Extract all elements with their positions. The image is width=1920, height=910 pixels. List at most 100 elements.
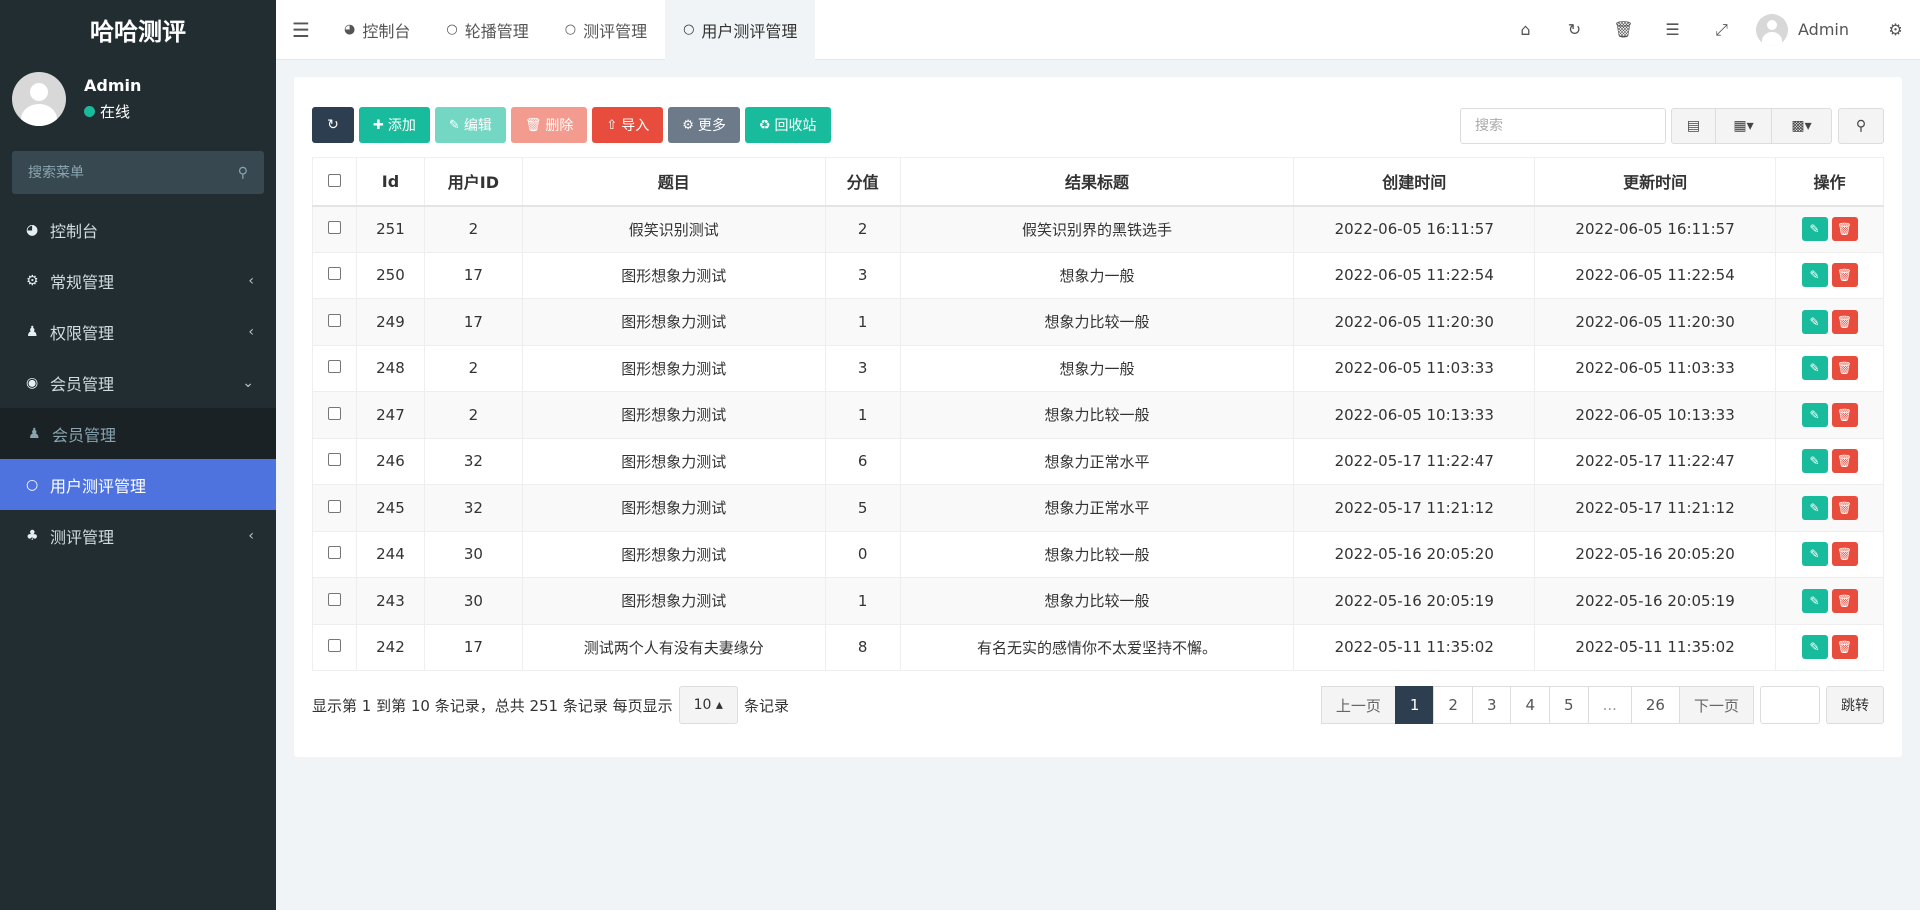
row-select-cell[interactable] bbox=[312, 484, 357, 532]
edit-row-button[interactable]: ✎ bbox=[1801, 635, 1828, 660]
sidebar-item-general[interactable]: ⚙ 常规管理 ‹ bbox=[0, 255, 276, 306]
table-row[interactable]: 243 30 图形想象力测试 1 想象力比较一般 2022-05-16 20:05:19 2… bbox=[312, 577, 1884, 625]
language-icon[interactable]: ☰ bbox=[1648, 0, 1697, 60]
row-select-cell[interactable] bbox=[312, 251, 357, 299]
export-button[interactable]: ▩▾ bbox=[1772, 108, 1832, 144]
col-result-title[interactable]: 结果标题 bbox=[899, 157, 1295, 207]
row-checkbox[interactable] bbox=[327, 592, 341, 606]
table-row[interactable]: 244 30 图形想象力测试 0 想象力比较一般 2022-05-16 20:05:20 2… bbox=[312, 530, 1884, 578]
sidebar-item-permission[interactable]: ♟ 权限管理 ‹ bbox=[0, 306, 276, 357]
trash-icon[interactable]: 🗑 bbox=[1599, 0, 1648, 60]
search-icon[interactable]: ⚲ bbox=[238, 165, 248, 181]
sidebar-item-dashboard[interactable]: ◕ 控制台 bbox=[0, 204, 276, 255]
tab-evaluation[interactable]: ○ 测评管理 bbox=[547, 0, 665, 60]
delete-row-button[interactable]: 🗑 bbox=[1831, 588, 1858, 613]
row-checkbox[interactable] bbox=[327, 639, 341, 653]
prev-page-button[interactable]: 上一页 bbox=[1320, 686, 1396, 724]
delete-row-button[interactable]: 🗑 bbox=[1831, 402, 1858, 427]
import-button[interactable]: ⇧ 导入 bbox=[592, 107, 664, 143]
col-created[interactable]: 创建时间 bbox=[1293, 157, 1536, 207]
delete-row-button[interactable]: 🗑 bbox=[1831, 309, 1858, 334]
page-size-dropdown[interactable]: 10 ▴ bbox=[678, 686, 738, 724]
header-user-menu[interactable]: Admin bbox=[1746, 13, 1871, 46]
table-row[interactable]: 251 2 假笑识别测试 2 假笑识别界的黑铁选手 2022-06-05 16:11:57… bbox=[312, 205, 1884, 253]
menu-search-input[interactable] bbox=[28, 164, 238, 181]
row-select-cell[interactable] bbox=[312, 577, 357, 625]
delete-row-button[interactable]: 🗑 bbox=[1831, 356, 1858, 381]
edit-row-button[interactable]: ✎ bbox=[1801, 263, 1828, 288]
table-row[interactable]: 242 17 测试两个人有没有夫妻缘分 8 有名无实的感情你不太爱坚持不懈。 2022-0… bbox=[312, 623, 1884, 671]
col-score[interactable]: 分值 bbox=[824, 157, 901, 207]
table-row[interactable]: 245 32 图形想象力测试 5 想象力正常水平 2022-05-17 11:21:12 2… bbox=[312, 484, 1884, 532]
page-button[interactable]: 5 bbox=[1549, 686, 1589, 724]
edit-row-button[interactable]: ✎ bbox=[1801, 588, 1828, 613]
table-search-input[interactable] bbox=[1460, 108, 1666, 144]
edit-row-button[interactable]: ✎ bbox=[1801, 309, 1828, 334]
row-checkbox[interactable] bbox=[327, 406, 341, 420]
refresh-button[interactable]: ↻ bbox=[312, 107, 354, 143]
page-button[interactable]: 3 bbox=[1471, 686, 1512, 724]
fullscreen-icon[interactable]: ⤢ bbox=[1697, 0, 1746, 60]
delete-row-button[interactable]: 🗑 bbox=[1831, 263, 1858, 288]
delete-row-button[interactable]: 🗑 bbox=[1831, 542, 1858, 567]
tab-user-evaluation[interactable]: ○ 用户测评管理 bbox=[665, 0, 816, 60]
row-checkbox[interactable] bbox=[327, 360, 341, 374]
next-page-button[interactable]: 下一页 bbox=[1678, 686, 1754, 724]
columns-button[interactable]: ▦▾ bbox=[1716, 108, 1772, 144]
sidebar-item-user-evaluation[interactable]: ○ 用户测评管理 bbox=[0, 459, 276, 510]
row-select-cell[interactable] bbox=[312, 623, 357, 671]
col-id[interactable]: Id bbox=[355, 157, 425, 207]
refresh-icon[interactable]: ↻ bbox=[1550, 0, 1599, 60]
row-checkbox[interactable] bbox=[327, 546, 341, 560]
edit-row-button[interactable]: ✎ bbox=[1801, 356, 1828, 381]
row-select-cell[interactable] bbox=[312, 391, 357, 439]
page-button[interactable]: 4 bbox=[1510, 686, 1551, 724]
select-all-cell[interactable] bbox=[312, 157, 357, 207]
edit-row-button[interactable]: ✎ bbox=[1801, 542, 1828, 567]
tab-carousel[interactable]: ○ 轮播管理 bbox=[428, 0, 546, 60]
delete-row-button[interactable]: 🗑 bbox=[1831, 449, 1858, 474]
toggle-view-button[interactable]: ▤ bbox=[1671, 108, 1716, 144]
edit-button[interactable]: ✎ 编辑 bbox=[434, 107, 506, 143]
jump-button[interactable]: 跳转 bbox=[1826, 686, 1884, 724]
row-select-cell[interactable] bbox=[312, 344, 357, 392]
row-select-cell[interactable] bbox=[312, 437, 357, 485]
table-row[interactable]: 249 17 图形想象力测试 1 想象力比较一般 2022-06-05 11:20:30 2… bbox=[312, 298, 1884, 346]
row-checkbox[interactable] bbox=[327, 453, 341, 467]
col-user-id[interactable]: 用户ID bbox=[423, 157, 523, 207]
delete-row-button[interactable]: 🗑 bbox=[1831, 495, 1858, 520]
row-checkbox[interactable] bbox=[327, 499, 341, 513]
home-icon[interactable]: ⌂ bbox=[1501, 0, 1550, 60]
row-checkbox[interactable] bbox=[327, 313, 341, 327]
table-row[interactable]: 250 17 图形想象力测试 3 想象力一般 2022-06-05 11:22:54 202… bbox=[312, 251, 1884, 299]
edit-row-button[interactable]: ✎ bbox=[1801, 217, 1828, 241]
jump-page-input[interactable] bbox=[1760, 686, 1820, 724]
page-button[interactable]: 2 bbox=[1433, 686, 1473, 724]
edit-row-button[interactable]: ✎ bbox=[1801, 495, 1828, 520]
row-checkbox[interactable] bbox=[327, 267, 341, 281]
delete-button[interactable]: 🗑 删除 bbox=[510, 107, 588, 143]
table-row[interactable]: 246 32 图形想象力测试 6 想象力正常水平 2022-05-17 11:22:47 2… bbox=[312, 437, 1884, 485]
row-select-cell[interactable] bbox=[312, 205, 357, 253]
recycle-bin-button[interactable]: ♻ 回收站 bbox=[744, 107, 831, 143]
page-button[interactable]: 1 bbox=[1394, 686, 1435, 724]
table-row[interactable]: 247 2 图形想象力测试 1 想象力比较一般 2022-06-05 10:13:33 20… bbox=[312, 391, 1884, 439]
delete-row-button[interactable]: 🗑 bbox=[1831, 217, 1858, 241]
brand-logo[interactable]: 哈哈测评 bbox=[0, 0, 276, 59]
col-title[interactable]: 题目 bbox=[521, 157, 826, 207]
row-select-cell[interactable] bbox=[312, 530, 357, 578]
add-button[interactable]: ✚ 添加 bbox=[359, 107, 430, 143]
page-button[interactable]: 26 bbox=[1630, 686, 1680, 724]
menu-toggle-icon[interactable]: ☰ bbox=[276, 0, 326, 60]
edit-row-button[interactable]: ✎ bbox=[1801, 449, 1828, 474]
tab-dashboard[interactable]: ◕ 控制台 bbox=[326, 0, 428, 60]
select-all-checkbox[interactable] bbox=[327, 173, 341, 187]
table-row[interactable]: 248 2 图形想象力测试 3 想象力一般 2022-06-05 11:03:33 2022… bbox=[312, 344, 1884, 392]
sidebar-item-member-manage[interactable]: ♟ 会员管理 bbox=[0, 408, 276, 459]
settings-icon[interactable]: ⚙ bbox=[1871, 0, 1920, 60]
delete-row-button[interactable]: 🗑 bbox=[1831, 635, 1858, 660]
row-checkbox[interactable] bbox=[327, 221, 341, 234]
more-button[interactable]: ⚙ 更多 bbox=[668, 107, 740, 143]
sidebar-item-evaluation[interactable]: ♣ 测评管理 ‹ bbox=[0, 510, 276, 561]
row-select-cell[interactable] bbox=[312, 298, 357, 346]
